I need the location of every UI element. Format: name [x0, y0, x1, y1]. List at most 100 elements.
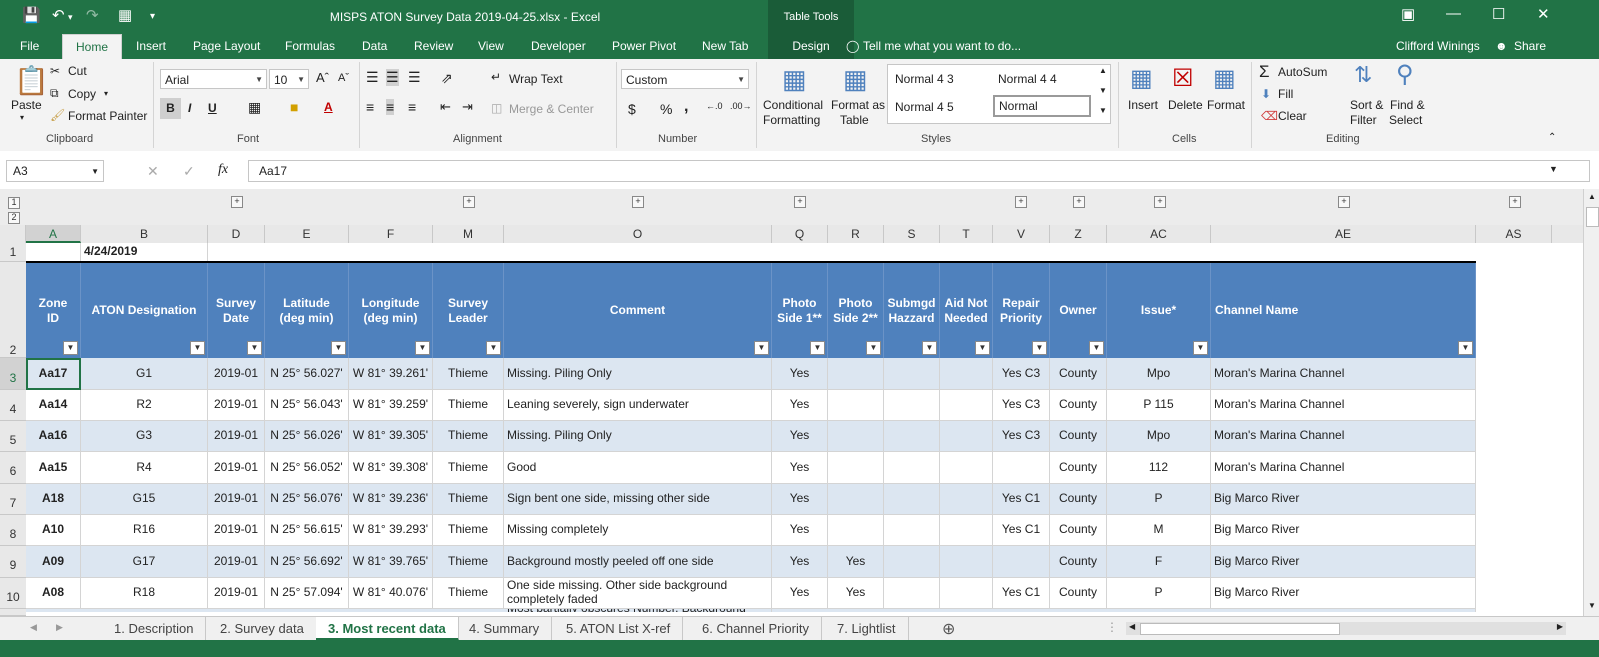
format-cells-icon[interactable]: ▦ [1213, 64, 1236, 93]
row-header[interactable] [0, 609, 26, 616]
select-button[interactable]: Select [1389, 113, 1422, 127]
align-left-icon[interactable]: ≡ [366, 99, 374, 115]
table-cell-lon[interactable]: W 81° 40.076' [349, 578, 433, 609]
filter-dropdown-icon[interactable]: ▼ [975, 341, 990, 355]
clear-icon[interactable]: ⌫ [1261, 109, 1278, 123]
table-cell-issue[interactable]: P [1107, 578, 1211, 609]
copy-button[interactable]: Copy [68, 87, 96, 101]
scroll-up-icon[interactable]: ▲ [1588, 192, 1596, 201]
horizontal-scrollbar[interactable]: ◀ ▶ [1126, 622, 1566, 635]
increase-decimal-icon[interactable]: ←.0 [706, 101, 723, 111]
row-header[interactable]: 9 [0, 546, 26, 578]
format-painter-icon[interactable]: 🖌 [50, 108, 65, 122]
filter-dropdown-icon[interactable]: ▼ [866, 341, 881, 355]
wrap-text-button[interactable]: Wrap Text [509, 72, 563, 86]
table-cell-p1[interactable]: Yes [772, 515, 828, 546]
table-cell-owner[interactable]: County [1050, 421, 1107, 452]
table-cell-sub[interactable] [884, 358, 940, 390]
table-cell-zone[interactable]: A18 [26, 484, 81, 515]
row-header[interactable]: 4 [0, 390, 26, 421]
tab-insert[interactable]: Insert [136, 39, 166, 53]
column-header-r[interactable]: R [828, 225, 884, 243]
table-cell-sub[interactable] [884, 421, 940, 452]
table-cell-issue[interactable]: 112 [1107, 452, 1211, 484]
table-cell-zone[interactable]: A09 [26, 546, 81, 578]
sheet-tab[interactable]: 7. Lightlist [825, 617, 909, 641]
table-cell-date[interactable]: 2019-01 [208, 484, 265, 515]
conditional-formatting-icon[interactable]: ▦ [782, 64, 807, 95]
filter-dropdown-icon[interactable]: ▼ [754, 341, 769, 355]
table-cell-date[interactable]: 2019-01 [208, 421, 265, 452]
maximize-icon[interactable]: ☐ [1492, 5, 1505, 23]
tab-review[interactable]: Review [414, 39, 453, 53]
table-cell-date[interactable]: 2019-01 [208, 515, 265, 546]
table-cell-issue[interactable]: M [1107, 515, 1211, 546]
style-normal[interactable]: Normal [993, 95, 1091, 117]
table-cell-owner[interactable]: County [1050, 515, 1107, 546]
table-cell-owner[interactable]: County [1050, 358, 1107, 390]
sort-filter-icon[interactable]: ⇅ [1354, 62, 1372, 88]
table-cell-p1[interactable]: Yes [772, 421, 828, 452]
table-cell-aid[interactable] [940, 484, 993, 515]
table-cell-lat[interactable]: N 25° 56.027' [265, 358, 349, 390]
sheet-tab-active[interactable]: 3. Most recent data [316, 617, 459, 641]
table-cell-leader[interactable]: Thieme [433, 358, 504, 390]
filter-dropdown-icon[interactable]: ▼ [190, 341, 205, 355]
increase-indent-icon[interactable]: ⇥ [462, 99, 473, 115]
filter-dropdown-icon[interactable]: ▼ [63, 341, 78, 355]
table-cell-sub[interactable] [884, 484, 940, 515]
scroll-thumb[interactable] [1586, 207, 1599, 227]
table-cell-p2[interactable] [828, 484, 884, 515]
name-box[interactable]: A3 ▼ [6, 160, 104, 182]
table-cell-aton[interactable]: R16 [81, 515, 208, 546]
table-cell-comment[interactable]: Sign bent one side, missing other side [504, 484, 772, 515]
comma-button[interactable]: , [684, 98, 688, 116]
autosum-icon[interactable]: Σ [1259, 62, 1270, 82]
expand-group-icon[interactable]: + [1154, 196, 1166, 208]
table-cell-p1[interactable]: Yes [772, 484, 828, 515]
table-cell-aid[interactable] [940, 578, 993, 609]
align-middle-icon[interactable]: ☰ [386, 69, 399, 86]
percent-button[interactable]: % [660, 101, 672, 117]
cut-icon[interactable]: ✂ [50, 64, 60, 78]
table-cell-zone[interactable]: Aa14 [26, 390, 81, 421]
tab-scroll-right-icon[interactable]: ▶ [56, 622, 63, 633]
font-color-icon[interactable]: A [324, 100, 333, 114]
tab-home[interactable]: Home [62, 34, 122, 60]
outline-level-2[interactable]: 2 [8, 212, 20, 224]
sheet-tab[interactable]: 6. Channel Priority [690, 617, 822, 641]
align-top-icon[interactable]: ☰ [366, 69, 379, 86]
table-cell-aton[interactable]: R4 [81, 452, 208, 484]
table-cell-p1[interactable]: Yes [772, 452, 828, 484]
row-header[interactable]: 5 [0, 421, 26, 452]
fill-color-icon[interactable]: ■ [290, 99, 298, 115]
table-cell-aton[interactable]: R2 [81, 390, 208, 421]
table-cell-repair[interactable] [993, 546, 1050, 578]
tell-me-box[interactable]: Tell me what you want to do... [863, 39, 1021, 53]
table-cell-aid[interactable] [940, 358, 993, 390]
table-cell-channel[interactable]: Big Marco River [1211, 546, 1476, 578]
table-cell-lon[interactable]: W 81° 39.293' [349, 515, 433, 546]
copy-dropdown-icon[interactable]: ▾ [104, 89, 108, 98]
table-cell-channel[interactable]: Moran's Marina Channel [1211, 452, 1476, 484]
column-header-a[interactable]: A [26, 225, 81, 243]
filter-dropdown-icon[interactable]: ▼ [1193, 341, 1208, 355]
filter-dropdown-icon[interactable]: ▼ [415, 341, 430, 355]
row-header[interactable]: 10 [0, 578, 26, 609]
increase-font-icon[interactable]: Aˆ [316, 70, 329, 85]
decrease-indent-icon[interactable]: ⇤ [440, 99, 451, 115]
table-cell-date[interactable]: 2019-01 [208, 578, 265, 609]
column-header-o[interactable]: O [504, 225, 772, 243]
tab-data[interactable]: Data [362, 39, 387, 53]
format-as-table-icon[interactable]: ▦ [843, 64, 868, 95]
tab-power-pivot[interactable]: Power Pivot [612, 39, 676, 53]
table-cell-issue[interactable]: P 115 [1107, 390, 1211, 421]
expand-group-icon[interactable]: + [794, 196, 806, 208]
h-scroll-thumb[interactable] [1140, 623, 1340, 635]
table-cell-lat[interactable]: N 25° 56.692' [265, 546, 349, 578]
scroll-down-icon[interactable]: ▼ [1588, 601, 1596, 610]
table-cell-issue[interactable]: P [1107, 484, 1211, 515]
insert-button[interactable]: Insert [1128, 98, 1158, 112]
table-cell-p1[interactable]: Yes [772, 546, 828, 578]
column-header-b[interactable]: B [81, 225, 208, 243]
